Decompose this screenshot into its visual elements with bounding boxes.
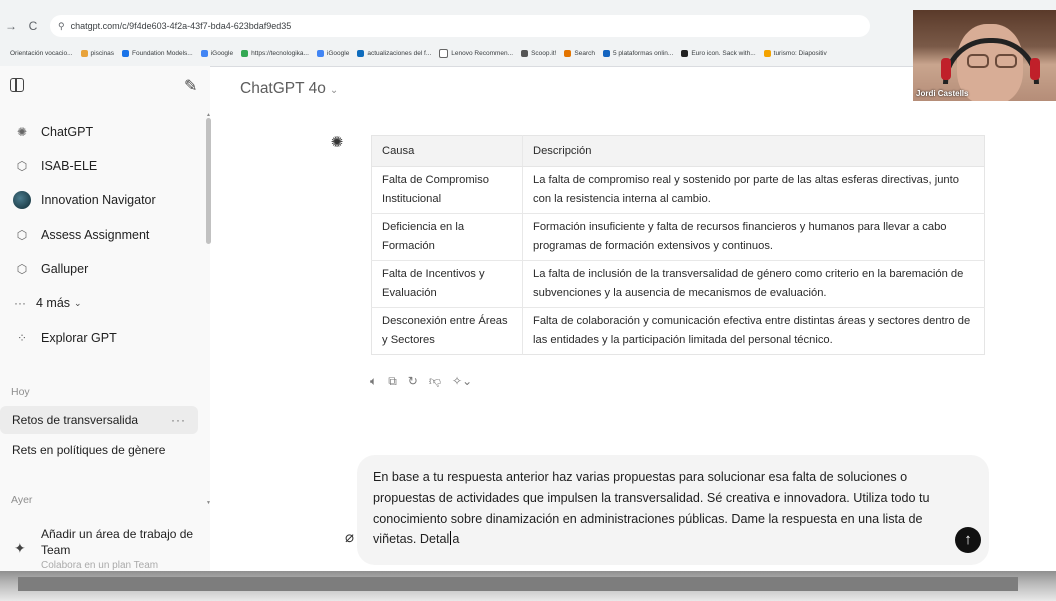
glasses-lens [995, 54, 1017, 68]
section-heading-yesterday: Ayer [11, 494, 33, 506]
send-button[interactable]: ↑ [955, 527, 981, 553]
section-heading-today: Hoy [11, 386, 30, 398]
sidebar-item-chatgpt[interactable]: ✺ ChatGPT [14, 120, 93, 144]
screen-bottom-edge [0, 571, 1056, 601]
address-bar[interactable]: ⚲ chatgpt.com/c/9f4de603-4f2a-43f7-bda4-6… [50, 15, 870, 37]
reload-icon[interactable]: C [22, 19, 44, 33]
upsell-title: Añadir un área de trabajo de Team [41, 527, 194, 557]
bookmarks-bar: Orientación vocacio... piscinas Foundati… [10, 44, 910, 62]
chat-history-item[interactable]: Retos de transversalida ··· [0, 406, 198, 434]
bookmark-favicon-icon [681, 49, 689, 57]
site-info-icon[interactable]: ⚲ [58, 21, 65, 31]
bookmark-favicon-icon [316, 49, 324, 57]
upsell-subtitle: Colabora en un plan Team [41, 560, 159, 571]
bookmark[interactable]: Search [564, 49, 595, 57]
forward-icon[interactable]: → [0, 19, 22, 33]
causes-table: Causa Descripción Falta de Compromiso In… [371, 135, 985, 355]
table-row: Falta de Compromiso Institucional La fal… [371, 166, 985, 214]
chat-history-item[interactable]: Rets en polítiques de gènere [0, 436, 198, 464]
table-cell: La falta de compromiso real y sostenido … [522, 166, 985, 214]
bookmark-favicon-icon [200, 49, 208, 57]
bookmark-favicon-icon [521, 49, 529, 57]
folder-icon [439, 48, 449, 58]
chat-options-icon[interactable]: ··· [171, 413, 186, 427]
bookmark[interactable]: Lenovo Recommen... [439, 48, 513, 58]
message-actions: 🔈︎ ⧉ ↻ 👎︎ ✧⌄ [370, 374, 472, 389]
sidebar-toggle-icon[interactable] [10, 78, 24, 92]
bookmark-favicon-icon [763, 49, 771, 57]
copy-icon[interactable]: ⧉ [388, 374, 397, 389]
table-cell: Falta de Incentivos y Evaluación [371, 260, 523, 308]
webcam-overlay: Jordi Castells [913, 10, 1056, 101]
bookmark[interactable]: https://tecnologika... [241, 49, 309, 57]
bookmark-favicon-icon [80, 49, 88, 57]
table-row: Desconexión entre Áreas y Sectores Falta… [371, 307, 985, 355]
bookmark[interactable]: Euro icon. Sack with... [681, 49, 756, 57]
bookmark-favicon-icon [122, 49, 129, 57]
read-aloud-icon[interactable]: 🔈︎ [370, 374, 377, 389]
avatar [13, 191, 31, 209]
ellipsis-icon: ··· [14, 296, 26, 310]
bookmark[interactable]: Scoop.it! [521, 49, 556, 57]
bookmark[interactable]: piscinas [80, 49, 114, 57]
sidebar-item-more[interactable]: ··· 4 más ⌄ [12, 291, 82, 315]
bookmark[interactable]: actualizaciones del f... [357, 49, 431, 57]
cube-icon: ⬡ [16, 159, 28, 173]
browser-chrome: → C ⚲ chatgpt.com/c/9f4de603-4f2a-43f7-bd… [0, 0, 1056, 67]
participant-name: Jordi Castells [916, 89, 969, 98]
bookmark-favicon-icon [602, 49, 610, 57]
assistant-avatar-icon: ✺ [330, 134, 344, 151]
cube-icon: ⬡ [16, 262, 28, 276]
table-cell: Desconexión entre Áreas y Sectores [371, 307, 523, 355]
table-header: Causa [371, 135, 523, 167]
headphone-right [1030, 58, 1040, 80]
new-chat-icon[interactable]: ✎ [184, 76, 197, 96]
sparkle-icon: ✦ [14, 540, 26, 556]
sidebar-item-explore-gpts[interactable]: ⁘ Explorar GPT [14, 326, 117, 350]
sidebar-item-assess-assignment[interactable]: ⬡ Assess Assignment [14, 223, 150, 247]
message-composer[interactable]: En base a tu respuesta anterior haz vari… [357, 455, 989, 565]
table-cell: Falta de colaboración y comunicación efe… [533, 315, 971, 346]
sidebar: ✎ ✺ ChatGPT ⬡ ISAB-ELE Innovation Navigato… [0, 66, 211, 571]
headphone-left [941, 58, 951, 80]
chevron-down-icon: ⌄ [329, 85, 339, 96]
thumbs-down-icon[interactable]: 👎︎ [429, 374, 441, 389]
openai-logo-icon: ✺ [16, 125, 28, 139]
scroll-down-icon[interactable]: ▼ [206, 500, 211, 506]
bookmark-favicon-icon [357, 49, 365, 57]
url-text: chatgpt.com/c/9f4de603-4f2a-43f7-bda4-62… [70, 21, 292, 31]
bookmark-favicon-icon [241, 49, 249, 57]
glasses-lens [967, 54, 989, 68]
model-switch-icon[interactable]: ✧⌄ [452, 374, 472, 389]
sidebar-item-isab-ele[interactable]: ⬡ ISAB-ELE [14, 154, 98, 178]
table-row: Deficiencia en la Formación Formación in… [371, 213, 985, 261]
cube-icon: ⬡ [16, 228, 28, 242]
table-cell: Formación insuficiente y falta de recurs… [522, 213, 985, 261]
bookmark[interactable]: Orientación vocacio... [10, 50, 73, 57]
prompt-input[interactable]: En base a tu respuesta anterior haz vari… [373, 467, 953, 550]
table-cell: Falta de Compromiso Institucional [371, 166, 523, 214]
bookmark-favicon-icon [564, 49, 572, 57]
bookmark[interactable]: 5 plataformas onlin... [602, 49, 673, 57]
table-row: Falta de Incentivos y Evaluación La falt… [371, 260, 985, 308]
model-selector[interactable]: ChatGPT 4o ⌄ [240, 80, 338, 98]
bookmark[interactable]: turismo: Diapositiv [763, 49, 827, 57]
address-row: → C ⚲ chatgpt.com/c/9f4de603-4f2a-43f7-bd… [0, 12, 900, 40]
table-header-row: Causa Descripción [371, 135, 985, 167]
headphones-icon [943, 38, 1039, 84]
sidebar-scrollbar[interactable] [206, 118, 211, 244]
sidebar-item-galluper[interactable]: ⬡ Galluper [14, 257, 89, 281]
regenerate-icon[interactable]: ↻ [408, 374, 418, 389]
chevron-down-icon: ⌄ [74, 297, 82, 308]
table-header: Descripción [522, 135, 985, 167]
bookmark[interactable]: Foundation Models... [122, 49, 193, 57]
bookmark[interactable]: iGoogle [316, 49, 349, 57]
table-cell: Deficiencia en la Formación [371, 213, 523, 261]
attach-icon[interactable]: ⌀ [345, 528, 354, 546]
grid-icon: ⁘ [16, 331, 28, 345]
sidebar-header: ✎ [0, 66, 210, 110]
sidebar-item-innovation-navigator[interactable]: Innovation Navigator [13, 188, 156, 212]
table-cell: La falta de inclusión de la transversali… [522, 260, 985, 308]
bookmark[interactable]: iGoogle [200, 49, 233, 57]
